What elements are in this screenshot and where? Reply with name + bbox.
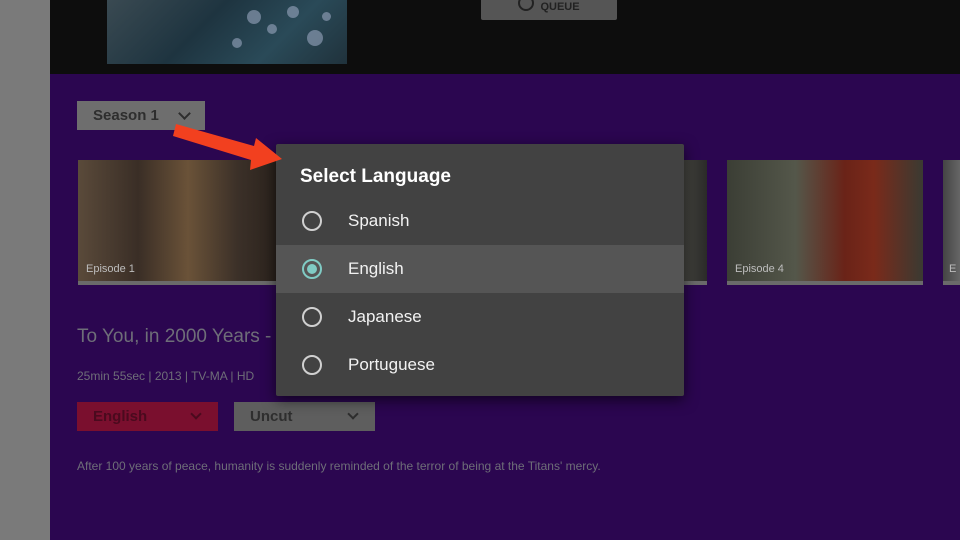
- radio-button-icon: [302, 355, 322, 375]
- language-option-japanese[interactable]: Japanese: [276, 293, 684, 341]
- progress-bar: [680, 281, 707, 285]
- annotation-arrow-icon: [173, 124, 282, 170]
- language-option-english[interactable]: English: [276, 245, 684, 293]
- queue-icon: [518, 0, 535, 11]
- language-option-portuguese[interactable]: Portuguese: [276, 341, 684, 389]
- radio-button-icon: [302, 259, 322, 279]
- hero-banner: QUEUE: [50, 0, 960, 74]
- season-label: Season 1: [93, 107, 159, 124]
- episode-meta: 25min 55sec | 2013 | TV-MA | HD: [77, 369, 255, 383]
- chevron-down-icon: [190, 408, 202, 420]
- language-option-label: Spanish: [348, 211, 410, 230]
- version-dropdown[interactable]: Uncut: [234, 402, 375, 431]
- dialog-title: Select Language: [300, 166, 451, 187]
- select-language-dialog: Select Language Spanish English Japanese…: [276, 144, 684, 396]
- episode-thumbnail[interactable]: Episode 1: [78, 160, 278, 285]
- progress-bar: [78, 281, 278, 285]
- radio-button-icon: [302, 307, 322, 327]
- audio-language-dropdown[interactable]: English: [77, 402, 218, 431]
- language-option-label: Portuguese: [348, 355, 435, 374]
- version-value: Uncut: [250, 408, 293, 425]
- queue-label: QUEUE: [540, 1, 580, 13]
- language-option-label: English: [348, 259, 404, 278]
- progress-bar: [943, 281, 960, 285]
- audio-language-value: English: [93, 408, 148, 425]
- episode-thumbnail[interactable]: [680, 160, 707, 285]
- episode-thumbnail[interactable]: Episode 4: [727, 160, 923, 285]
- episode-label: E: [949, 263, 957, 275]
- progress-bar: [727, 281, 923, 285]
- episode-thumbnail[interactable]: E: [943, 160, 960, 285]
- radio-button-icon: [302, 211, 322, 231]
- left-edge-panel: [0, 0, 50, 540]
- episode-label: Episode 1: [86, 263, 135, 275]
- language-option-spanish[interactable]: Spanish: [276, 197, 684, 245]
- language-option-label: Japanese: [348, 307, 422, 326]
- episode-description: After 100 years of peace, humanity is su…: [77, 459, 601, 473]
- add-to-queue-button[interactable]: QUEUE: [481, 0, 617, 20]
- episode-title: To You, in 2000 Years -: [77, 326, 272, 347]
- hero-artwork: [107, 0, 347, 64]
- episode-label: Episode 4: [735, 263, 784, 275]
- chevron-down-icon: [347, 408, 359, 420]
